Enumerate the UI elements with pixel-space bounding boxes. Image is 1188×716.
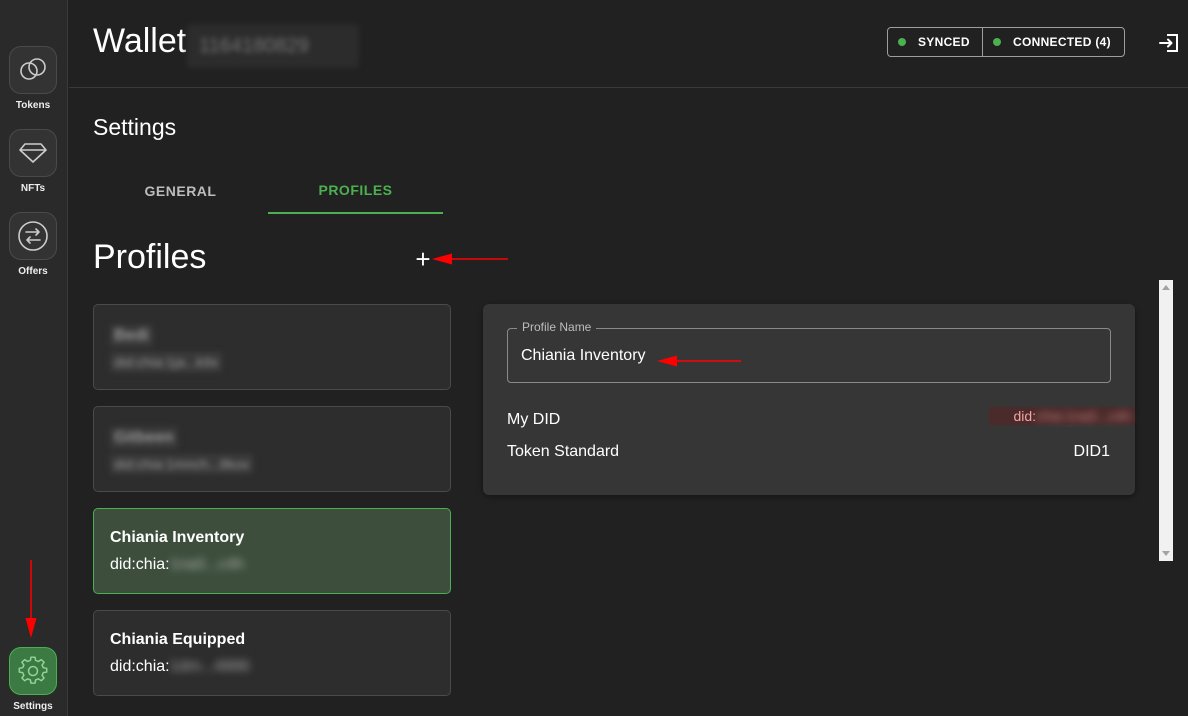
profile-name-field[interactable]: Profile Name xyxy=(507,320,1111,383)
token-standard-label: Token Standard xyxy=(507,443,620,460)
profile-detail-panel: Profile Name My DID did:chia:1na0...c4h … xyxy=(483,304,1135,495)
profile-card[interactable]: Bedi did:chia:1ja...k9x xyxy=(93,304,451,390)
swap-icon xyxy=(9,212,57,260)
profile-name: Chiania Inventory xyxy=(110,529,245,546)
profile-did: did:chia:1na0...c4h xyxy=(110,556,245,573)
sidebar-item-label: Settings xyxy=(13,701,53,712)
sidebar-item-tokens[interactable]: Tokens xyxy=(0,46,66,111)
scroll-down-icon[interactable] xyxy=(1162,551,1170,556)
profile-did: did:chia:1dm...4886 xyxy=(110,658,250,675)
my-did-label: My DID xyxy=(507,411,561,428)
diamond-icon xyxy=(9,129,57,177)
sidebar-item-nfts[interactable]: NFTs xyxy=(0,129,66,194)
status-dot-icon xyxy=(993,38,1001,46)
profile-card[interactable]: Chiania Equipped did:chia:1dm...4886 xyxy=(93,610,451,696)
annotation-arrow-icon xyxy=(432,253,508,265)
sidebar-item-label: Offers xyxy=(18,266,48,277)
profile-name-input[interactable] xyxy=(521,347,1101,365)
wallet-fingerprint: 1164180829 xyxy=(187,24,359,68)
tokens-icon xyxy=(9,46,57,94)
sidebar-item-label: NFTs xyxy=(20,183,46,194)
scrollbar[interactable] xyxy=(1159,280,1173,561)
gear-icon xyxy=(9,647,57,695)
sidebar-item-settings[interactable]: Settings xyxy=(0,647,66,712)
tab-profiles[interactable]: PROFILES xyxy=(268,168,443,214)
profile-did: did:chia:1mnch...8kov xyxy=(110,454,254,474)
sidebar-item-label: Tokens xyxy=(15,100,51,111)
tab-general[interactable]: GENERAL xyxy=(93,168,268,214)
profile-card[interactable]: Gitbeen did:chia:1mnch...8kov xyxy=(93,406,451,492)
status-synced[interactable]: SYNCED xyxy=(888,28,982,56)
scroll-up-icon[interactable] xyxy=(1162,285,1170,290)
profile-card-selected[interactable]: Chiania Inventory did:chia:1na0...c4h xyxy=(93,508,451,594)
status-dot-icon xyxy=(898,38,906,46)
header: Wallet 1164180829 SYNCED CONNECTED (4) xyxy=(69,0,1188,88)
profile-name: Gitbeen xyxy=(110,427,178,449)
logout-icon[interactable] xyxy=(1157,31,1181,55)
status-label: SYNCED xyxy=(918,35,970,49)
profile-did: did:chia:1ja...k9x xyxy=(110,352,223,372)
my-did-value: did:chia:1na0...c4h xyxy=(989,407,1135,425)
token-standard-value: DID1 xyxy=(1073,443,1110,460)
settings-title: Settings xyxy=(93,114,177,140)
status-label: CONNECTED (4) xyxy=(1013,35,1111,49)
profile-name-label: Profile Name xyxy=(517,320,597,334)
add-profile-button[interactable]: + xyxy=(411,246,435,272)
sidebar: Tokens NFTs Offers Settings xyxy=(0,0,68,716)
profile-name: Bedi xyxy=(110,325,153,347)
status-connected[interactable]: CONNECTED (4) xyxy=(982,28,1124,56)
status-badge-group: SYNCED CONNECTED (4) xyxy=(887,27,1125,57)
profile-name: Chiania Equipped xyxy=(110,631,246,648)
page-title: Wallet xyxy=(93,22,187,60)
profiles-title: Profiles xyxy=(93,238,207,276)
sidebar-item-offers[interactable]: Offers xyxy=(0,212,66,277)
